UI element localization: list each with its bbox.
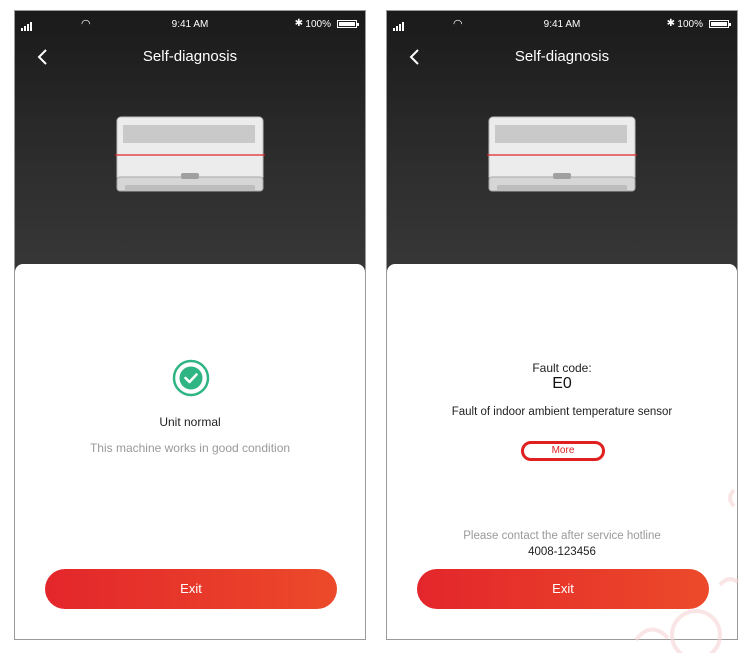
- battery-percent: 100%: [677, 19, 703, 30]
- check-circle-icon: [172, 359, 210, 397]
- air-conditioner-image: [115, 116, 265, 192]
- more-button[interactable]: More: [521, 441, 605, 461]
- page-title: Self-diagnosis: [142, 48, 238, 65]
- bluetooth-icon: ✱: [294, 18, 303, 29]
- battery-icon: [709, 20, 731, 28]
- status-title: Unit normal: [159, 415, 221, 429]
- exit-button[interactable]: Exit: [45, 569, 337, 609]
- bluetooth-icon: ✱: [666, 18, 675, 29]
- header-area: ◠ 9:41 AM ✱ 100% Self-diagnosis: [387, 11, 737, 301]
- phone-screen-normal: ◠ 9:41 AM ✱ 100% Self-diagnosis Unit nor: [14, 10, 366, 640]
- fault-code-value: E0: [552, 375, 572, 392]
- status-bar: ◠ 9:41 AM ✱ 100%: [15, 17, 365, 33]
- watermark-logo: [634, 488, 740, 653]
- page-title: Self-diagnosis: [514, 48, 610, 65]
- status-description: This machine works in good condition: [89, 441, 291, 455]
- status-bar: ◠ 9:41 AM ✱ 100%: [387, 17, 737, 33]
- fault-code-label: Fault code:: [532, 361, 592, 375]
- air-conditioner-image: [487, 116, 637, 192]
- fault-description: Fault of indoor ambient temperature sens…: [451, 406, 673, 418]
- battery-icon: [337, 20, 359, 28]
- header-area: ◠ 9:41 AM ✱ 100% Self-diagnosis: [15, 11, 365, 301]
- battery-percent: 100%: [305, 19, 331, 30]
